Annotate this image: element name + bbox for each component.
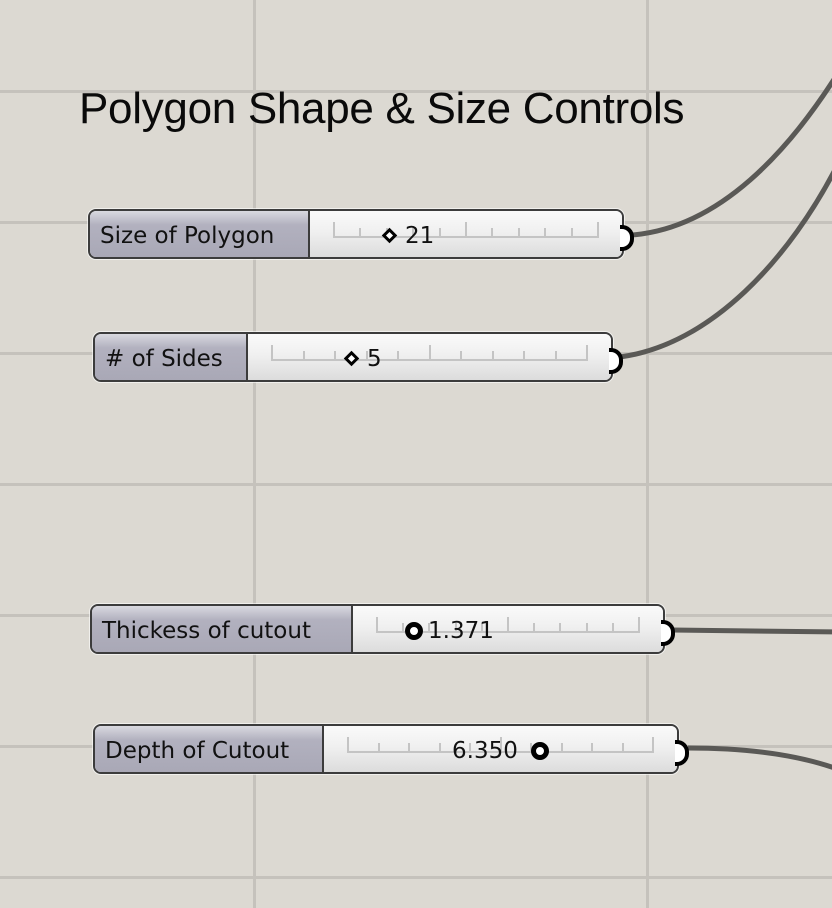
slider-tick bbox=[376, 617, 378, 633]
slider-value: 1.371 bbox=[428, 618, 494, 644]
slider-tick bbox=[586, 345, 588, 361]
slider-tick bbox=[517, 228, 520, 238]
slider-tick bbox=[597, 222, 599, 238]
slider-tick bbox=[334, 351, 336, 361]
diamond-icon[interactable] bbox=[343, 350, 360, 367]
slider-tick bbox=[428, 345, 431, 361]
slider-value: 6.350 bbox=[452, 738, 518, 764]
slider-tick bbox=[302, 351, 305, 361]
slider-thickness-of-cutout[interactable]: Thickess of cutout 1.371 bbox=[90, 604, 675, 654]
output-grip[interactable] bbox=[620, 225, 634, 251]
slider-value: 5 bbox=[367, 346, 382, 372]
slider-tick bbox=[460, 351, 462, 361]
slider-tick bbox=[585, 623, 588, 633]
slider-tick bbox=[570, 228, 573, 238]
slider-label: Depth of Cutout bbox=[95, 726, 324, 772]
slider-tick bbox=[397, 351, 399, 361]
slider-tick bbox=[491, 228, 494, 238]
slider-num-sides[interactable]: # of Sides 5 bbox=[93, 332, 623, 382]
slider-label: Thickess of cutout bbox=[92, 606, 353, 652]
grid-line bbox=[0, 876, 832, 879]
slider-tick bbox=[465, 222, 467, 238]
slider-tick bbox=[621, 743, 624, 753]
slider-tick bbox=[333, 222, 335, 238]
slider-tick bbox=[638, 617, 640, 633]
slider-size-of-polygon[interactable]: Size of Polygon 21 bbox=[88, 209, 634, 259]
slider-tick bbox=[560, 743, 563, 753]
slider-tick bbox=[544, 228, 547, 238]
circle-icon[interactable] bbox=[405, 622, 423, 640]
grid-line bbox=[0, 483, 832, 486]
circle-icon[interactable] bbox=[531, 742, 549, 760]
output-grip[interactable] bbox=[661, 620, 675, 646]
slider-tick bbox=[438, 228, 441, 238]
output-grip[interactable] bbox=[675, 740, 689, 766]
slider-rail bbox=[271, 345, 588, 361]
slider-tick bbox=[554, 351, 557, 361]
slider-tick bbox=[559, 623, 562, 633]
slider-label: # of Sides bbox=[95, 334, 248, 380]
slider-value: 21 bbox=[405, 223, 435, 249]
slider-tick bbox=[533, 623, 536, 633]
slider-tick bbox=[402, 623, 405, 633]
diamond-icon[interactable] bbox=[381, 227, 398, 244]
wire-num-sides[interactable] bbox=[619, 160, 832, 360]
slider-tick bbox=[438, 743, 441, 753]
slider-track[interactable]: 6.350 bbox=[324, 726, 677, 772]
slider-rail bbox=[333, 222, 599, 238]
slider-tick bbox=[359, 228, 362, 238]
slider-tick bbox=[347, 737, 349, 753]
slider-tick bbox=[611, 623, 614, 633]
slider-tick bbox=[491, 351, 494, 361]
slider-tick bbox=[652, 737, 654, 753]
slider-track[interactable]: 21 bbox=[310, 211, 622, 257]
slider-tick bbox=[523, 351, 525, 361]
slider-tick bbox=[591, 743, 593, 753]
slider-tick bbox=[507, 617, 509, 633]
wire-depth[interactable] bbox=[687, 745, 832, 770]
slider-label: Size of Polygon bbox=[90, 211, 310, 257]
slider-tick bbox=[408, 743, 410, 753]
slider-tick bbox=[377, 743, 380, 753]
slider-track[interactable]: 5 bbox=[248, 334, 611, 380]
group-title: Polygon Shape & Size Controls bbox=[79, 84, 685, 133]
slider-tick bbox=[271, 345, 273, 361]
wire-thickness[interactable] bbox=[671, 627, 832, 635]
slider-depth-of-cutout[interactable]: Depth of Cutout 6.350 bbox=[93, 724, 689, 774]
slider-track[interactable]: 1.371 bbox=[353, 606, 663, 652]
